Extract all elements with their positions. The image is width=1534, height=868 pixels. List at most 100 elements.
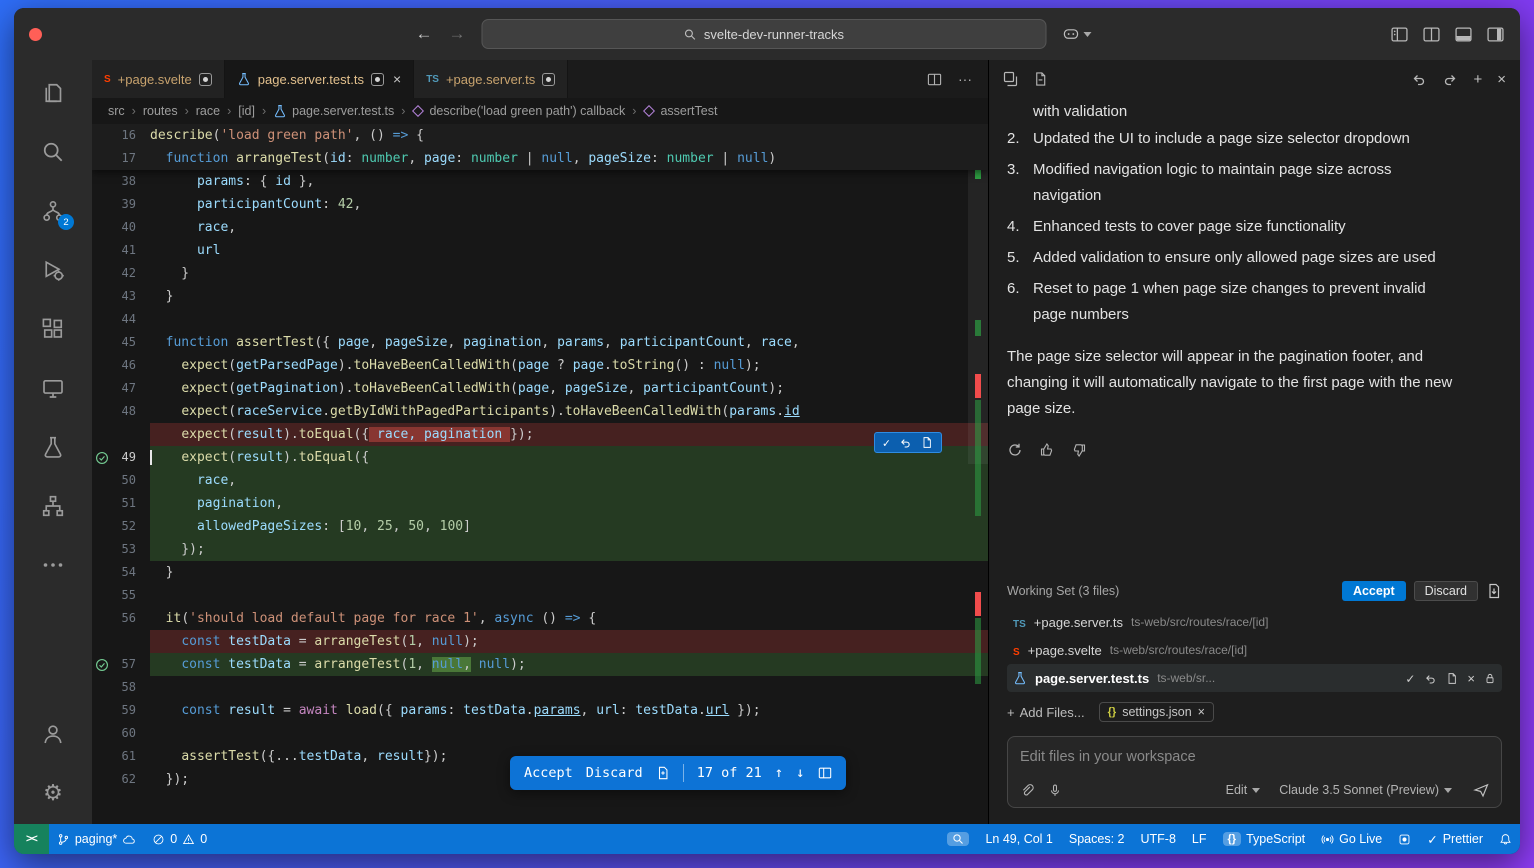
thumbs-up-icon[interactable] xyxy=(1039,442,1055,458)
mode-picker[interactable]: Edit xyxy=(1226,783,1261,797)
accept-all-button[interactable]: Accept xyxy=(524,765,573,781)
window-close-button[interactable] xyxy=(29,28,42,41)
test-pass-icon[interactable] xyxy=(92,451,112,465)
back-icon[interactable]: ← xyxy=(415,24,432,44)
list-item: 2.Updated the UI to include a page size … xyxy=(1007,126,1502,152)
modified-indicator-icon[interactable] xyxy=(371,73,384,86)
mic-icon[interactable] xyxy=(1048,783,1062,798)
attach-context-icon[interactable] xyxy=(1020,783,1035,798)
thumbs-down-icon[interactable] xyxy=(1071,442,1087,458)
open-diff-icon[interactable] xyxy=(1446,672,1458,685)
breadcrumb-item[interactable]: assertTest xyxy=(643,104,717,118)
toggle-panel-icon[interactable] xyxy=(1455,27,1472,42)
remove-file-icon[interactable]: × xyxy=(1467,671,1475,686)
breadcrumb-item[interactable]: race xyxy=(196,104,220,118)
go-live-item[interactable]: Go Live xyxy=(1313,824,1390,854)
previous-change-icon[interactable]: ↑ xyxy=(775,765,783,781)
modified-indicator-icon[interactable] xyxy=(542,73,555,86)
working-set-file-row[interactable]: TS+page.server.tsts-web/src/routes/race/… xyxy=(1007,608,1502,636)
settings-gear-icon[interactable]: ⚙ xyxy=(30,770,76,816)
model-picker[interactable]: Claude 3.5 Sonnet (Preview) xyxy=(1279,783,1452,797)
account-icon[interactable] xyxy=(30,711,76,757)
attachment-chip-settings-json[interactable]: {} settings.json × xyxy=(1099,702,1214,722)
discard-all-button[interactable]: Discard xyxy=(586,765,643,781)
prettier-item[interactable]: ✓ Prettier xyxy=(1419,824,1491,854)
modified-indicator-icon[interactable] xyxy=(199,73,212,86)
copilot-menu-button[interactable] xyxy=(1062,27,1091,42)
next-change-icon[interactable]: ↓ xyxy=(796,765,804,781)
code-line-46: 46 expect(getParsedPage).toHaveBeenCalle… xyxy=(92,354,988,377)
gutter: 41 xyxy=(92,239,150,262)
breadcrumb-item[interactable]: describe('load green path') callback xyxy=(412,104,625,118)
toggle-secondary-sidebar-icon[interactable] xyxy=(1487,27,1504,42)
indentation-item[interactable]: Spaces: 2 xyxy=(1061,824,1133,854)
working-set-file-row[interactable]: page.server.test.tsts-web/sr...✓× xyxy=(1007,664,1502,692)
editor-actions-more-icon[interactable]: ··· xyxy=(958,71,972,87)
close-tab-icon[interactable]: × xyxy=(393,71,401,87)
zoom-indicator[interactable] xyxy=(939,824,977,854)
remote-indicator[interactable]: >< xyxy=(14,824,49,854)
code-editor[interactable]: 16describe('load green path', () => {17 … xyxy=(92,124,988,824)
keep-file-icon[interactable] xyxy=(1484,672,1496,685)
command-center-search[interactable]: svelte-dev-runner-tracks xyxy=(481,19,1046,49)
tab-page-server-test-ts[interactable]: page.server.test.ts × xyxy=(225,60,414,98)
notifications-item[interactable] xyxy=(1491,824,1520,854)
encoding-item[interactable]: UTF-8 xyxy=(1132,824,1183,854)
save-all-edits-icon[interactable] xyxy=(1486,583,1502,599)
extension-status-item[interactable] xyxy=(1390,824,1419,854)
discard-file-icon[interactable] xyxy=(1424,672,1437,685)
source-control-icon[interactable]: 2 xyxy=(30,188,76,234)
open-file-icon[interactable] xyxy=(921,436,933,449)
eol-item[interactable]: LF xyxy=(1184,824,1215,854)
test-pass-icon[interactable] xyxy=(92,658,112,672)
open-preview-icon[interactable] xyxy=(1033,71,1048,87)
search-sidebar-icon[interactable] xyxy=(30,129,76,175)
chat-input-box[interactable]: Edit Claude 3.5 Sonnet (Preview) xyxy=(1007,736,1502,808)
testing-icon[interactable] xyxy=(30,424,76,470)
discard-all-files-button[interactable]: Discard xyxy=(1414,581,1478,601)
close-panel-icon[interactable]: × xyxy=(1497,71,1506,88)
tab-page-server-ts[interactable]: TS +page.server.ts xyxy=(414,60,568,98)
split-editor-icon[interactable] xyxy=(927,72,942,87)
add-files-button[interactable]: + Add Files... xyxy=(1007,705,1085,720)
problems-item[interactable]: 0 0 xyxy=(144,824,215,854)
open-diff-editor-icon[interactable] xyxy=(818,766,832,780)
breadcrumb-label: describe('load green path') callback xyxy=(429,104,625,118)
git-branch-item[interactable]: paging* xyxy=(49,824,144,854)
undo-edit-icon[interactable] xyxy=(1411,71,1427,87)
remove-attachment-icon[interactable]: × xyxy=(1198,705,1205,719)
extensions-icon[interactable] xyxy=(30,306,76,352)
split-editor-layout-icon[interactable] xyxy=(1423,27,1440,42)
working-set-file-row[interactable]: S+page.sveltets-web/src/routes/race/[id] xyxy=(1007,636,1502,664)
more-views-icon[interactable] xyxy=(30,542,76,588)
accept-file-icon[interactable]: ✓ xyxy=(1405,671,1415,686)
breadcrumb-item[interactable]: routes xyxy=(143,104,178,118)
accept-all-files-button[interactable]: Accept xyxy=(1342,581,1406,601)
chat-input[interactable] xyxy=(1020,749,1489,765)
forward-icon[interactable]: → xyxy=(448,24,465,44)
retry-icon[interactable] xyxy=(1007,442,1023,458)
breadcrumb-item[interactable]: page.server.test.ts xyxy=(273,104,394,118)
accept-change-icon[interactable]: ✓ xyxy=(883,436,890,450)
run-debug-icon[interactable] xyxy=(30,247,76,293)
gutter: 43 xyxy=(92,285,150,308)
remote-explorer-icon[interactable] xyxy=(30,365,76,411)
chevron-down-icon xyxy=(1252,788,1260,793)
discard-change-icon[interactable] xyxy=(899,436,912,449)
breadcrumb-item[interactable]: [id] xyxy=(238,104,255,118)
compare-changes-icon[interactable] xyxy=(1003,71,1019,87)
tab-page-svelte[interactable]: S +page.svelte xyxy=(92,60,225,98)
explorer-icon[interactable] xyxy=(30,70,76,116)
minimap-scrollbar[interactable] xyxy=(968,124,988,824)
diff-file-icon[interactable] xyxy=(656,766,670,780)
language-mode-item[interactable]: {} TypeScript xyxy=(1215,824,1314,854)
redo-edit-icon[interactable] xyxy=(1442,71,1458,87)
hierarchy-icon[interactable] xyxy=(30,483,76,529)
breadcrumb-separator: › xyxy=(227,104,231,118)
customize-layout-icon[interactable] xyxy=(1391,27,1408,42)
breadcrumb-item[interactable]: src xyxy=(108,104,125,118)
cursor-position-item[interactable]: Ln 49, Col 1 xyxy=(977,824,1060,854)
send-icon[interactable] xyxy=(1473,782,1489,798)
diff-review-toolbar: Accept Discard 17 of 21 ↑ ↓ xyxy=(510,756,846,790)
new-session-icon[interactable]: + xyxy=(1473,71,1482,88)
